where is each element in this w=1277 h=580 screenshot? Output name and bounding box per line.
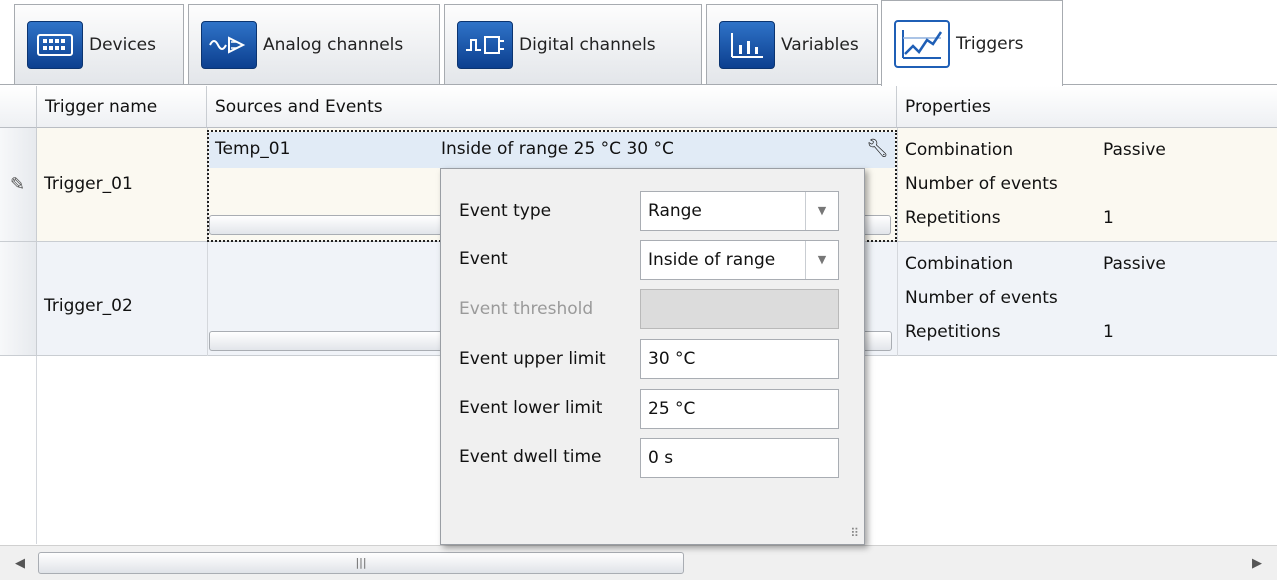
variables-icon bbox=[719, 20, 775, 69]
tab-digital-channels-label: Digital channels bbox=[519, 34, 656, 55]
event-type-value: Range bbox=[648, 201, 702, 221]
chevron-down-icon[interactable]: ▼ bbox=[805, 192, 838, 230]
property-value: Passive bbox=[1103, 254, 1166, 274]
event-type-dropdown[interactable]: Range ▼ bbox=[640, 191, 839, 231]
scroll-left-icon[interactable]: ◀ bbox=[10, 552, 30, 574]
row-indicator-header bbox=[0, 86, 37, 128]
column-separator bbox=[897, 128, 898, 356]
resize-grip-icon[interactable]: ⠿ bbox=[850, 526, 859, 540]
property-key: Number of events bbox=[905, 288, 1058, 308]
tab-devices-label: Devices bbox=[89, 34, 156, 55]
properties-cell[interactable]: Combination Passive Number of events Rep… bbox=[905, 128, 1277, 241]
event-threshold-field bbox=[640, 289, 839, 329]
tab-triggers-label: Triggers bbox=[956, 33, 1024, 54]
tab-analog-channels-label: Analog channels bbox=[263, 34, 404, 55]
property-key: Repetitions bbox=[905, 208, 1001, 228]
scrollbar-thumb[interactable]: ||| bbox=[38, 552, 684, 574]
event-dwell-time-field[interactable]: 0 s bbox=[640, 438, 839, 478]
event-dropdown[interactable]: Inside of range ▼ bbox=[640, 240, 839, 280]
digital-channels-icon bbox=[457, 20, 513, 69]
tab-digital-channels[interactable]: Digital channels bbox=[444, 4, 702, 84]
event-description-cell[interactable]: Inside of range 25 °C 30 °C 🔧︎ bbox=[437, 132, 895, 168]
row-indicator-column bbox=[0, 356, 37, 544]
edit-pencil-icon: ✎ bbox=[10, 174, 26, 195]
event-lower-limit-field[interactable]: 25 °C bbox=[640, 389, 839, 429]
event-description-text: Inside of range 25 °C 30 °C bbox=[441, 139, 674, 159]
devices-icon bbox=[27, 20, 83, 69]
column-header-properties[interactable]: Properties bbox=[897, 86, 1277, 128]
triggers-icon bbox=[894, 19, 950, 68]
row-indicator bbox=[0, 242, 37, 355]
event-type-label: Event type bbox=[459, 201, 552, 221]
trigger-name-cell[interactable]: Trigger_01 bbox=[44, 174, 133, 194]
chevron-down-icon[interactable]: ▼ bbox=[805, 241, 838, 279]
event-label: Event bbox=[459, 249, 508, 269]
wrench-icon[interactable]: 🔧︎ bbox=[866, 132, 889, 166]
tab-analog-channels[interactable]: Analog channels bbox=[188, 4, 440, 84]
thumb-grip-icon: ||| bbox=[355, 556, 367, 569]
property-value: 1 bbox=[1103, 208, 1114, 228]
trigger-name-cell[interactable]: Trigger_02 bbox=[44, 296, 133, 316]
event-upper-limit-field[interactable]: 30 °C bbox=[640, 339, 839, 379]
event-dwell-time-label: Event dwell time bbox=[459, 447, 602, 467]
tab-bar: Devices Analog channels Digital channels bbox=[0, 0, 1277, 86]
scroll-right-icon[interactable]: ▶ bbox=[1247, 552, 1267, 574]
event-value: Inside of range bbox=[648, 250, 776, 270]
property-key: Combination bbox=[905, 254, 1014, 274]
analog-channels-icon bbox=[201, 20, 257, 69]
row-indicator: ✎ bbox=[0, 128, 37, 241]
property-key: Repetitions bbox=[905, 322, 1001, 342]
column-header-sources-events[interactable]: Sources and Events bbox=[207, 86, 897, 128]
property-value: 1 bbox=[1103, 322, 1114, 342]
tab-bar-divider bbox=[0, 84, 1277, 85]
tab-triggers[interactable]: Triggers bbox=[881, 0, 1063, 86]
event-upper-limit-label: Event upper limit bbox=[459, 349, 606, 369]
tab-variables[interactable]: Variables bbox=[706, 4, 878, 84]
event-editor-popup: Event type Range ▼ Event Inside of range… bbox=[440, 168, 865, 545]
properties-cell[interactable]: Combination Passive Number of events Rep… bbox=[905, 242, 1277, 355]
column-header-trigger-name[interactable]: Trigger name bbox=[37, 86, 207, 128]
property-key: Number of events bbox=[905, 174, 1058, 194]
tab-variables-label: Variables bbox=[781, 34, 859, 55]
tab-devices[interactable]: Devices bbox=[14, 4, 184, 84]
property-key: Combination bbox=[905, 140, 1014, 160]
event-threshold-label: Event threshold bbox=[459, 299, 594, 319]
source-channel-cell[interactable]: Temp_01 bbox=[209, 132, 437, 168]
event-lower-limit-label: Event lower limit bbox=[459, 398, 603, 418]
horizontal-scrollbar[interactable]: ◀ ||| ▶ bbox=[0, 545, 1277, 580]
property-value: Passive bbox=[1103, 140, 1166, 160]
